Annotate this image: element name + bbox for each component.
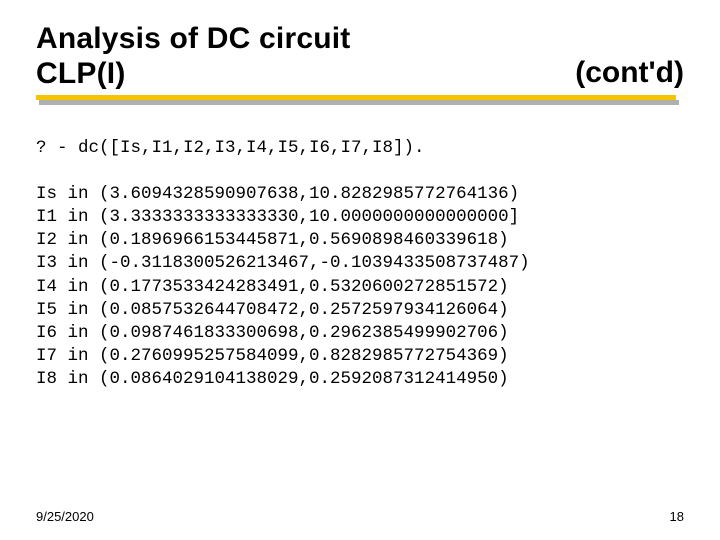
title-rule-shadow — [39, 100, 679, 105]
footer: 9/25/2020 18 — [36, 509, 684, 524]
code-line: I7 in (0.2760995257584099,0.828298577275… — [36, 346, 509, 366]
title-row: Analysis of DC circuitCLP(I) (cont'd) — [36, 22, 684, 91]
footer-date: 9/25/2020 — [36, 509, 94, 524]
code-line: I3 in (-0.3118300526213467,-0.1039433508… — [36, 253, 530, 273]
code-block: ? - dc([Is,I1,I2,I3,I4,I5,I6,I7,I8]). Is… — [36, 137, 684, 391]
code-line: I5 in (0.0857532644708472,0.257259793412… — [36, 300, 509, 320]
slide-title-contd: (cont'd) — [575, 56, 684, 91]
code-line: I1 in (3.3333333333333330,10.00000000000… — [36, 207, 519, 227]
code-line: I6 in (0.0987461833300698,0.296238549990… — [36, 323, 509, 343]
code-query: ? - dc([Is,I1,I2,I3,I4,I5,I6,I7,I8]). — [36, 138, 425, 158]
code-line: I2 in (0.1896966153445871,0.569089846033… — [36, 230, 509, 250]
title-rule-bar — [36, 95, 676, 100]
code-line: Is in (3.6094328590907638,10.82829857727… — [36, 184, 519, 204]
slide-title: Analysis of DC circuitCLP(I) — [36, 22, 350, 91]
code-line: I8 in (0.0864029104138029,0.259208731241… — [36, 369, 509, 389]
slide: Analysis of DC circuitCLP(I) (cont'd) ? … — [0, 0, 720, 540]
title-rule — [36, 95, 684, 109]
footer-page: 18 — [670, 509, 684, 524]
code-line: I4 in (0.1773533424283491,0.532060027285… — [36, 277, 509, 297]
